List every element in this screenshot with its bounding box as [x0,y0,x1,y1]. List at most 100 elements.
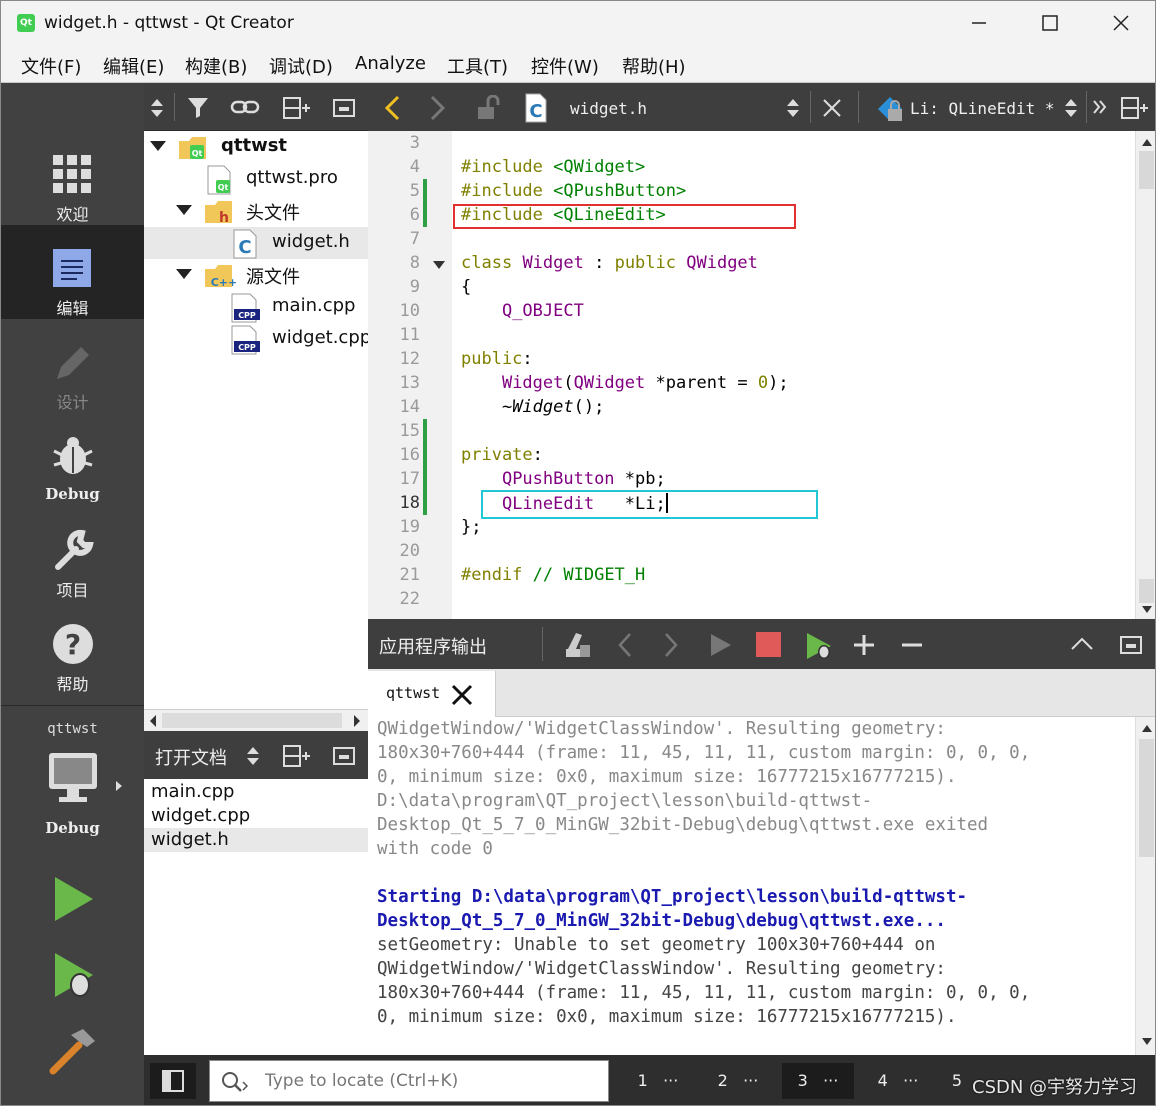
fold-arrow-icon[interactable] [432,260,446,270]
stop-icon[interactable] [756,632,781,657]
mode-help[interactable]: ? 帮助 [1,601,144,695]
mode-debug[interactable]: Debug [1,413,144,507]
menu-tools[interactable]: 工具(T) [447,53,508,79]
output-tab-qttwst[interactable]: qttwst [368,671,496,717]
scroll-up-icon[interactable] [1141,137,1153,147]
code-line[interactable]: class Widget : public QWidget [461,253,758,273]
tree-item-headers[interactable]: h 头文件 [144,195,368,227]
symbol-selector[interactable]: Li: QLineEdit * [910,99,1055,118]
menu-debug[interactable]: 调试(D) [269,53,333,79]
tree-item-sources[interactable]: C++ 源文件 [144,259,368,291]
close-pane-icon[interactable] [332,98,356,118]
open-doc-item[interactable]: widget.h [144,828,368,852]
scroll-left-icon[interactable] [148,714,158,728]
code-line[interactable]: QPushButton *pb; [461,469,666,489]
open-doc-item[interactable]: widget.cpp [144,804,368,828]
updown-arrows-icon[interactable] [246,745,260,767]
scroll-up-icon[interactable] [1141,723,1153,733]
build-button[interactable] [47,1025,99,1077]
scroll-thumb[interactable] [1139,739,1154,857]
mode-project[interactable]: 项目 [1,507,144,601]
mode-edit[interactable]: 编辑 [1,225,144,319]
next-item-icon[interactable] [662,632,680,658]
output-pane-2-button[interactable]: 2 ··· [702,1063,774,1099]
project-tree: Qt qttwst Qt qttwst.pro h 头文件 C widget.h… [144,131,368,709]
code-line[interactable]: }; [461,517,481,537]
attach-debugger-icon[interactable] [804,631,834,661]
output-vertical-scrollbar[interactable] [1135,717,1155,1055]
close-document-icon[interactable] [822,98,842,118]
menu-file[interactable]: 文件(F) [21,53,81,79]
code-line[interactable]: #include <QWidget> [461,157,645,177]
code-line[interactable]: Q_OBJECT [461,301,584,321]
editor-vertical-scrollbar[interactable] [1135,131,1155,619]
close-button[interactable] [1109,11,1133,35]
output-pane-1-button[interactable]: 1 ··· [622,1063,694,1099]
open-doc-item[interactable]: main.cpp [144,780,368,804]
tree-item-project[interactable]: Qt qttwst [144,131,368,163]
scroll-down-icon[interactable] [1141,1037,1153,1047]
link-icon[interactable] [230,97,260,117]
zoom-in-icon[interactable] [852,633,876,657]
forward-arrow-icon[interactable] [428,95,448,121]
scroll-thumb[interactable] [162,713,342,728]
expand-arrow-icon[interactable] [176,205,192,215]
close-pane-icon[interactable] [332,746,356,766]
scroll-right-icon[interactable] [352,714,362,728]
code-line[interactable]: private: [461,445,543,465]
debug-run-button[interactable] [47,949,99,1001]
output-pane-5-button[interactable]: 5 [942,1063,972,1099]
tree-item-widget-h[interactable]: C widget.h [144,227,368,259]
scroll-thumb[interactable] [1139,151,1154,189]
output-pane-3-button[interactable]: 3 ··· [782,1063,854,1099]
updown-arrows-icon[interactable] [1064,97,1078,119]
updown-arrows-icon[interactable] [150,97,164,119]
close-pane-icon[interactable] [1119,635,1143,655]
horizontal-scrollbar[interactable] [144,709,368,731]
double-chevron-right-icon[interactable] [1092,99,1108,115]
mode-welcome[interactable]: 欢迎 [1,131,144,225]
menu-help[interactable]: 帮助(H) [622,53,686,79]
menu-analyze[interactable]: Analyze [355,53,426,74]
close-tab-icon[interactable] [450,683,474,707]
filter-icon[interactable] [186,96,212,120]
locator-input[interactable]: Type to locate (Ctrl+K) [209,1060,609,1102]
code-line[interactable]: public: [461,349,533,369]
expand-arrow-icon[interactable] [150,141,166,151]
expand-arrow-icon[interactable] [176,269,192,279]
lock-icon[interactable] [476,95,504,121]
tree-item-main-cpp[interactable]: CPP main.cpp [144,291,368,323]
toggle-sidebar-button[interactable] [150,1063,196,1099]
kit-selector[interactable]: Debug [1,743,144,843]
split-add-icon[interactable] [1120,96,1150,120]
run-button[interactable] [47,873,99,925]
zoom-out-icon[interactable] [900,633,924,657]
code-line[interactable]: Widget(QWidget *parent = 0); [461,373,789,393]
line-number: 7 [409,229,420,249]
tree-item-widget-cpp[interactable]: CPP widget.cpp [144,323,368,355]
split-add-icon[interactable] [282,96,312,120]
tree-item-pro-file[interactable]: Qt qttwst.pro [144,163,368,195]
line-number: 9 [409,277,420,297]
menu-edit[interactable]: 编辑(E) [103,53,164,79]
menu-controls[interactable]: 控件(W) [531,53,599,79]
menu-build[interactable]: 构建(B) [185,53,247,79]
output-pane-4-button[interactable]: 4 ··· [862,1063,934,1099]
clear-output-icon[interactable] [562,631,592,659]
minimize-button[interactable] [967,11,991,35]
code-line[interactable]: { [461,277,471,297]
back-arrow-icon[interactable] [382,95,402,121]
application-output[interactable]: QWidgetWindow/'WidgetClassWindow'. Resul… [368,717,1155,1055]
previous-item-icon[interactable] [616,632,634,658]
code-line[interactable]: #include <QPushButton> [461,181,686,201]
maximize-pane-icon[interactable] [1070,635,1094,653]
split-add-icon[interactable] [282,744,312,768]
editor-file-name[interactable]: widget.h [570,99,647,118]
code-line[interactable]: ~Widget(); [461,397,604,417]
maximize-button[interactable] [1038,11,1062,35]
scroll-thumb[interactable] [1139,579,1154,603]
scroll-down-icon[interactable] [1141,605,1153,615]
updown-arrows-icon[interactable] [786,97,800,119]
rerun-icon[interactable] [708,632,734,658]
code-line[interactable]: #endif // WIDGET_H [461,565,645,585]
